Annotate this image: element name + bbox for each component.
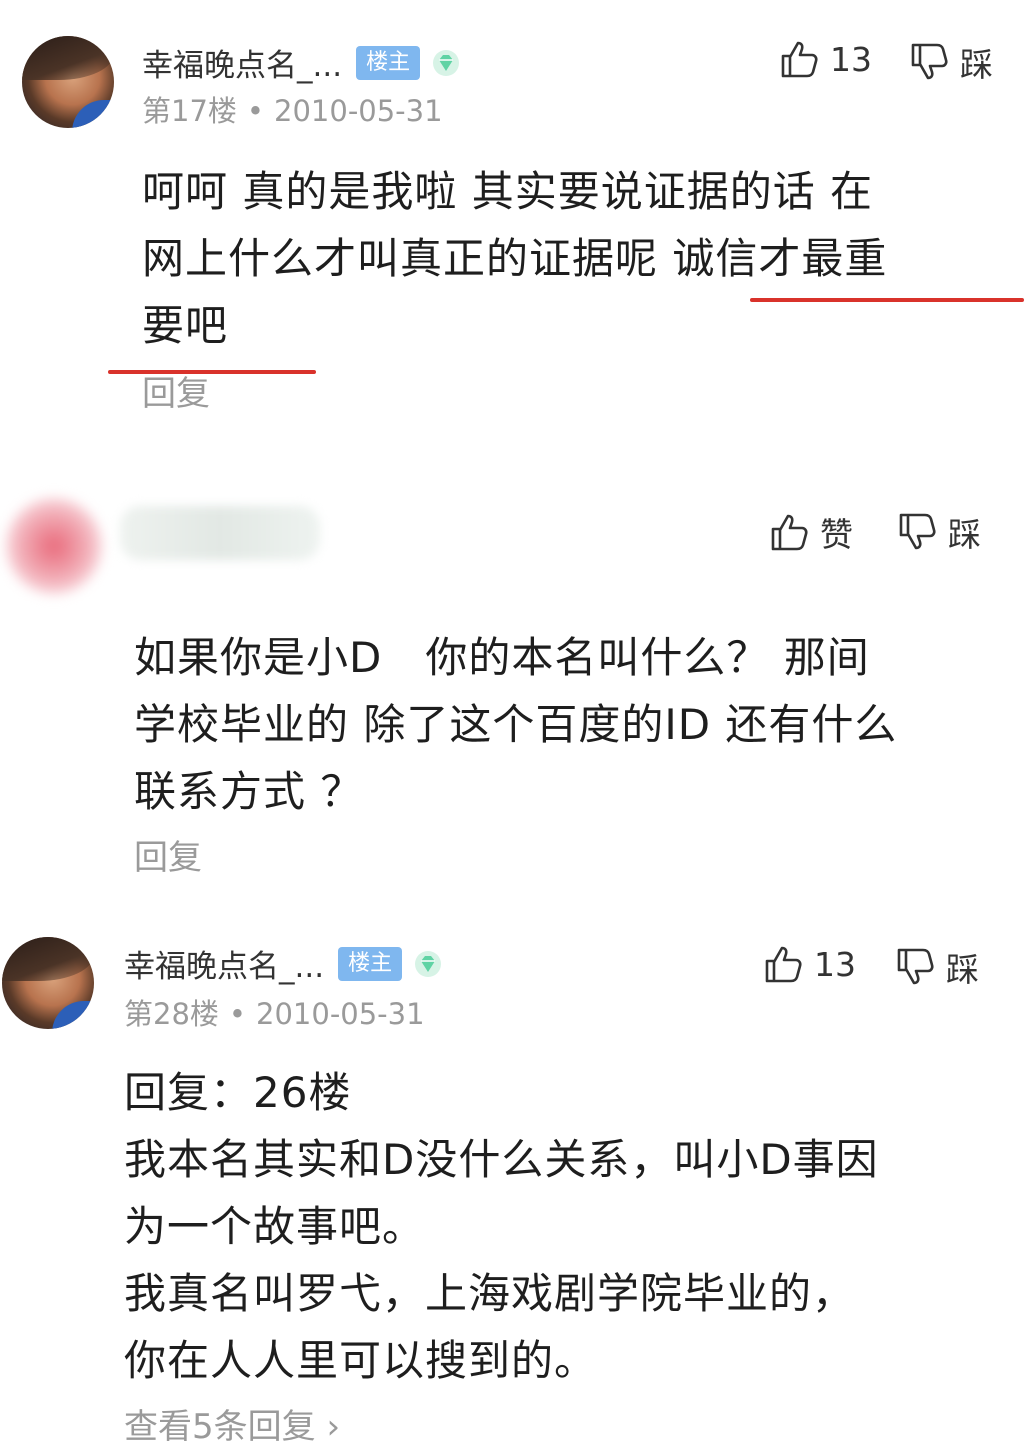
dislike-label: 踩 [946, 950, 979, 989]
author-row: 幸福晚点名_... 楼主 [124, 941, 442, 986]
highlight-underline [108, 370, 316, 374]
post-meta: 第28楼 • 2010-05-31 [124, 997, 425, 1031]
avatar[interactable] [2, 937, 94, 1029]
thumbs-up-icon [765, 946, 802, 983]
op-badge: 楼主 [356, 45, 421, 80]
diamond-icon [415, 950, 442, 977]
view-replies-link[interactable]: 查看5条回复 › [124, 1399, 340, 1448]
post-date: 2010-05-31 [274, 94, 443, 128]
reply-link[interactable]: 回复 [142, 366, 210, 415]
like-count: 13 [830, 39, 872, 79]
post-blurred-author: 赞 踩 如果你是小D 你的本名叫什么？ 那间 学校毕业的 除了这个百度的ID 还… [0, 470, 1024, 890]
thumbs-up-icon [771, 514, 808, 551]
like-button[interactable]: 13 [762, 943, 856, 985]
post-content: 如果你是小D 你的本名叫什么？ 那间 学校毕业的 除了这个百度的ID 还有什么 … [134, 633, 898, 816]
like-count: 13 [814, 944, 856, 984]
post-content: 回复：26楼 我本名其实和D没什么关系，叫小D事因 为一个故事吧。 我真名叫罗弋… [124, 1068, 879, 1385]
author-row: 幸福晚点名_... 楼主 [142, 40, 460, 85]
floor-number: 第28楼 [124, 997, 219, 1031]
dislike-label: 踩 [960, 45, 993, 84]
like-button[interactable]: 赞 [768, 508, 853, 556]
dislike-button[interactable]: 踩 [896, 508, 981, 556]
thumbs-up-icon [781, 41, 818, 78]
dislike-label: 踩 [948, 515, 981, 554]
post-floor-28: 幸福晚点名_... 楼主 第28楼 • 2010-05-31 13 踩 回复：26楼 [0, 915, 1024, 1448]
post-floor-17: 幸福晚点名_... 楼主 第17楼 • 2010-05-31 13 踩 呵呵 真的是… [0, 0, 1024, 440]
op-badge: 楼主 [338, 946, 403, 981]
floor-number: 第17楼 [142, 94, 237, 128]
thumbs-down-icon [899, 513, 936, 550]
dislike-button[interactable]: 踩 [908, 38, 993, 86]
username[interactable]: 幸福晚点名_... [124, 941, 324, 986]
highlight-underline [750, 298, 1024, 302]
diamond-icon [433, 49, 460, 76]
thumbs-down-icon [897, 948, 934, 985]
avatar[interactable] [22, 36, 114, 128]
post-date: 2010-05-31 [256, 997, 425, 1031]
thumbs-down-icon [911, 43, 948, 80]
post-content: 呵呵 真的是我啦 其实要说证据的话 在 网上什么才叫真正的证据呢 诚信才最重 要… [142, 167, 888, 350]
like-button[interactable]: 13 [778, 38, 872, 80]
thread-page: 幸福晚点名_... 楼主 第17楼 • 2010-05-31 13 踩 呵呵 真的是… [0, 0, 1024, 1448]
username-blurred[interactable] [120, 506, 320, 560]
dislike-button[interactable]: 踩 [894, 943, 979, 991]
post-meta: 第17楼 • 2010-05-31 [142, 94, 443, 128]
reply-link[interactable]: 回复 [134, 830, 202, 879]
like-label: 赞 [820, 515, 853, 554]
avatar-blurred[interactable] [6, 498, 102, 594]
username[interactable]: 幸福晚点名_... [142, 40, 342, 85]
